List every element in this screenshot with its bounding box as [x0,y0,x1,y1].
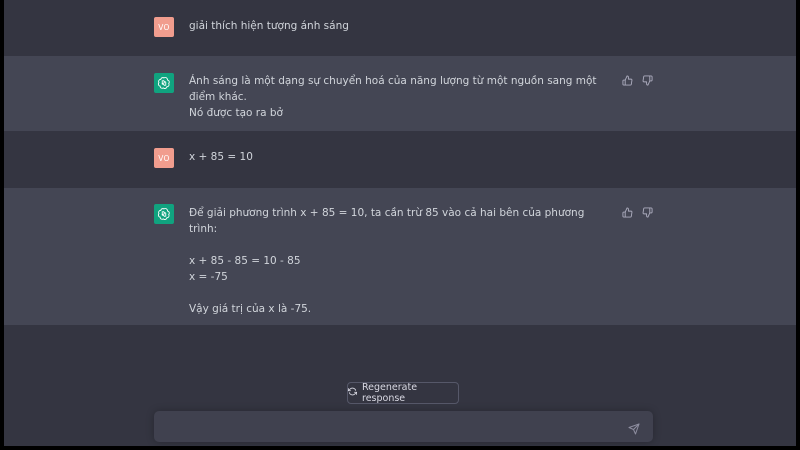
assistant-message-line: x + 85 - 85 = 10 - 85 [189,255,301,267]
user-message: x + 85 = 10 [189,149,609,165]
user-message-text: x + 85 = 10 [189,151,253,163]
openai-logo-icon [154,204,174,224]
assistant-message: Ánh sáng là một dạng sự chuyển hoá của n… [189,73,609,121]
feedback-actions [620,205,654,219]
assistant-message-row: Ánh sáng là một dạng sự chuyển hoá của n… [4,56,796,131]
user-avatar: VO [154,17,174,37]
assistant-message: Để giải phương trình x + 85 = 10, ta cần… [189,205,609,317]
user-message-row: VO x + 85 = 10 [4,131,796,188]
screenshot-frame: VO giải thích hiện tượng ánh sáng Ánh sá… [0,0,800,450]
regenerate-label: Regenerate response [362,382,418,404]
user-initials: VO [158,153,170,163]
user-message-row: VO giải thích hiện tượng ánh sáng [4,0,796,56]
user-initials: VO [158,22,170,32]
thumbs-up-icon[interactable] [620,205,634,219]
assistant-message-row: Để giải phương trình x + 85 = 10, ta cần… [4,188,796,325]
thumbs-down-icon[interactable] [640,73,654,87]
user-message-text: giải thích hiện tượng ánh sáng [189,20,349,32]
openai-logo-icon [154,73,174,93]
refresh-icon [347,387,358,399]
thumbs-up-icon[interactable] [620,73,634,87]
assistant-message-line: Để giải phương trình x + 85 = 10, ta cần… [189,207,585,235]
assistant-message-line: x = -75 [189,271,228,283]
thumbs-down-icon[interactable] [640,205,654,219]
regenerate-response-button[interactable]: Regenerate response [347,382,459,404]
user-message: giải thích hiện tượng ánh sáng [189,18,609,34]
assistant-message-line: Vậy giá trị của x là -75. [189,303,312,315]
send-icon[interactable] [628,420,642,435]
assistant-message-line: Nó được tạo ra bở [189,107,283,119]
assistant-message-line: Ánh sáng là một dạng sự chuyển hoá của n… [189,75,597,103]
user-avatar: VO [154,148,174,168]
chat-window: VO giải thích hiện tượng ánh sáng Ánh sá… [4,0,796,446]
message-input[interactable] [164,416,623,438]
message-composer [154,411,653,442]
feedback-actions [620,73,654,87]
